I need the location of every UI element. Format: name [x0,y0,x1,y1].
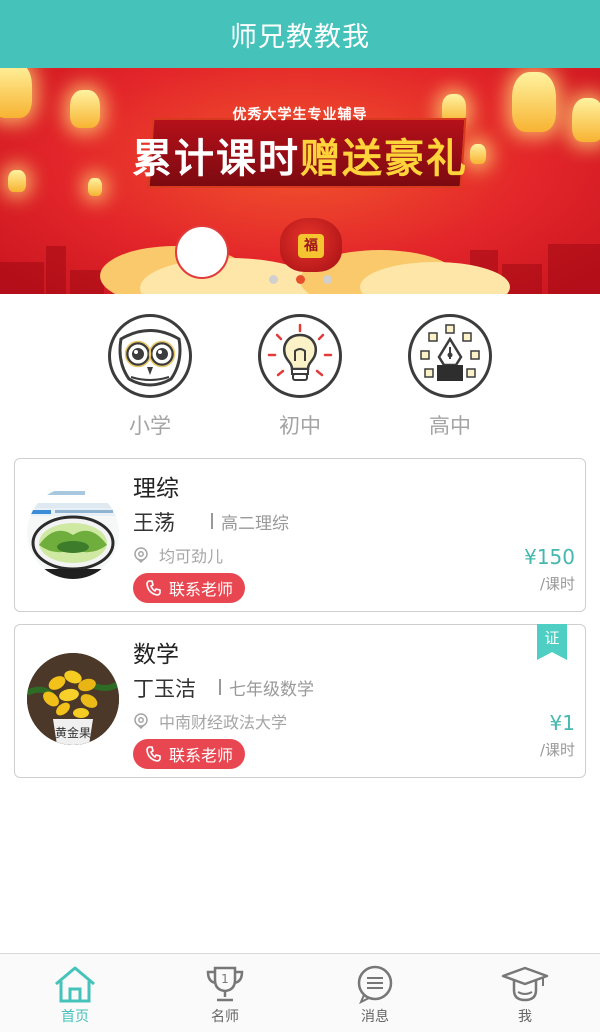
category-senior[interactable]: 高中 [395,294,505,444]
tab-label: 名师 [211,1009,239,1025]
carousel-dot[interactable] [268,275,278,284]
graduate-icon [501,966,549,1002]
headline-yellow: 赠送豪礼 [300,136,468,182]
location-text: 均可劲儿 [159,547,224,566]
headline-white: 累计课时 [132,136,300,182]
city-silhouette [46,246,66,294]
teacher-avatar [27,487,119,579]
price: ¥1 [549,711,575,735]
course-subject: 理综 [133,476,179,502]
teacher-card[interactable]: 理综 王荡 高二理综 均可劲儿 联系老师 ¥150 /课时 [14,458,586,612]
message-icon [357,965,393,1004]
lightbulb-icon [258,314,342,398]
bottom-tab-bar: 首页 1 名师 消息 我 [0,953,600,1032]
tab-me[interactable]: 我 [450,954,600,1032]
contact-teacher-button[interactable]: 联系老师 [133,573,245,603]
banner-headline: 累计课时赠送豪礼 [0,126,600,184]
svg-text:黄金果: 黄金果 [55,725,91,740]
pen-nib-icon [408,314,492,398]
course-subject: 数学 [133,642,179,668]
tab-label: 我 [518,1009,532,1025]
location-pin-icon [134,547,148,563]
lucky-cat-icon [175,225,229,279]
home-icon [55,966,95,1003]
teacher-location: 均可劲儿 [133,543,223,567]
contact-teacher-button[interactable]: 联系老师 [133,739,245,769]
contact-label: 联系老师 [168,580,233,599]
bag-glyph: 福 [298,234,324,258]
tab-teachers[interactable]: 1 名师 [150,954,300,1032]
price-unit: /课时 [539,741,575,759]
category-row: 小学 初中 高中 [0,294,600,444]
category-junior[interactable]: 初中 [245,294,355,444]
promo-banner[interactable]: 优秀大学生专业辅导 累计课时赠送豪礼 福 [0,68,600,294]
category-label: 高中 [429,414,471,438]
contact-label: 联系老师 [168,746,233,765]
tab-home[interactable]: 首页 [0,954,150,1032]
teacher-description: 高二理综 [221,514,289,534]
carousel-indicator [0,275,600,284]
phone-icon [146,746,161,762]
category-label: 小学 [129,414,171,438]
divider [211,513,213,529]
price: ¥150 [524,545,575,569]
tab-messages[interactable]: 消息 [300,954,450,1032]
owl-icon [108,314,192,398]
certified-badge: 证 [537,624,567,660]
location-pin-icon [134,713,148,729]
price-unit: /课时 [539,575,575,593]
tab-label: 消息 [361,1009,389,1025]
city-silhouette [548,244,600,294]
teacher-description: 七年级数学 [229,680,314,700]
svg-text:1: 1 [221,972,229,986]
category-primary[interactable]: 小学 [95,294,205,444]
page-title: 师兄教教我 [230,21,370,53]
carousel-dot-active[interactable] [295,275,305,284]
teacher-avatar: 黄金果 [27,653,119,745]
teacher-card[interactable]: 证 黄金果 数学 丁玉洁 七年级数学 中南财经政法大学 联系老师 ¥1 /课时 [14,624,586,778]
location-text: 中南财经政法大学 [159,713,288,732]
carousel-dot[interactable] [322,275,332,284]
lucky-bag-icon: 福 [280,218,342,272]
tab-label: 首页 [61,1009,89,1025]
category-label: 初中 [279,414,321,438]
banner-subtitle: 优秀大学生专业辅导 [232,107,368,123]
phone-icon [146,580,161,596]
teacher-location: 中南财经政法大学 [133,709,287,733]
app-header: 师兄教教我 [0,0,600,68]
teacher-name: 王荡 [133,511,175,535]
divider [219,679,221,695]
teacher-name: 丁玉洁 [133,677,196,701]
trophy-icon: 1 [206,966,244,1002]
